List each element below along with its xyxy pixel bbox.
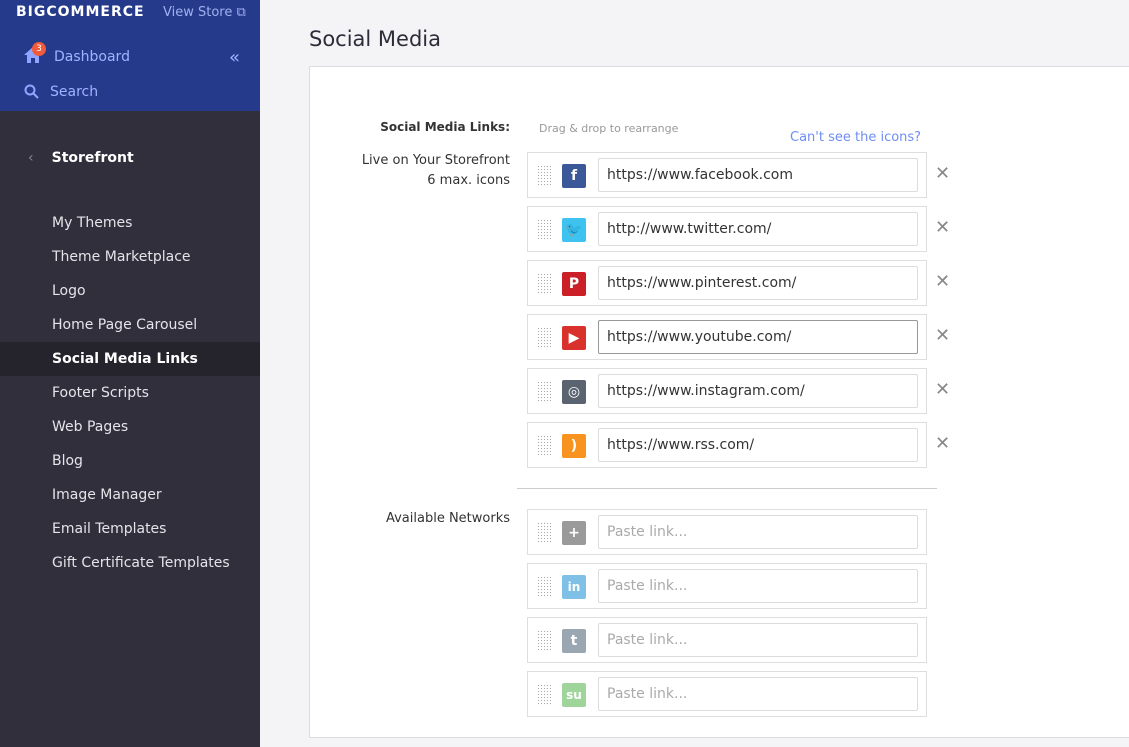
search-link[interactable]: Search: [24, 84, 98, 100]
facebook-url-input[interactable]: [598, 158, 918, 192]
links-label: Social Media Links:: [380, 120, 510, 134]
sidebar-item[interactable]: My Themes: [0, 206, 260, 240]
facebook-row[interactable]: f: [527, 152, 927, 198]
remove-icon[interactable]: ✕: [935, 271, 950, 292]
storefront-back[interactable]: ‹ Storefront: [28, 150, 134, 166]
google-plus-icon: +: [562, 521, 586, 545]
google-plus-row[interactable]: +: [527, 509, 927, 555]
linkedin-icon: in: [562, 575, 586, 599]
live-label-text: Live on Your Storefront: [361, 153, 510, 168]
drag-handle-icon[interactable]: [537, 327, 551, 349]
instagram-icon: ◎: [562, 380, 586, 404]
stumbleupon-icon: su: [562, 683, 586, 707]
twitter-url-input[interactable]: [598, 212, 918, 246]
remove-icon[interactable]: ✕: [935, 163, 950, 184]
drag-handle-icon[interactable]: [537, 219, 551, 241]
twitter-icon: 🐦: [562, 218, 586, 242]
stumbleupon-url-input[interactable]: [598, 677, 918, 711]
sidebar-item[interactable]: Logo: [0, 274, 260, 308]
sidebar-item[interactable]: Image Manager: [0, 478, 260, 512]
page-title: Social Media: [309, 27, 442, 51]
twitter-row[interactable]: 🐦: [527, 206, 927, 252]
notification-badge: 3: [32, 42, 46, 56]
external-link-icon: ⧉: [236, 5, 246, 20]
pinterest-row[interactable]: P: [527, 260, 927, 306]
tumblr-url-input[interactable]: [598, 623, 918, 657]
linkedin-row[interactable]: in: [527, 563, 927, 609]
sidebar-item[interactable]: Email Templates: [0, 512, 260, 546]
sidebar-item[interactable]: Web Pages: [0, 410, 260, 444]
section-label: Storefront: [51, 150, 134, 166]
tumblr-row[interactable]: t: [527, 617, 927, 663]
dashboard-label: Dashboard: [54, 49, 130, 65]
drag-handle-icon[interactable]: [537, 381, 551, 403]
instagram-row[interactable]: ◎: [527, 368, 927, 414]
youtube-url-input[interactable]: [598, 320, 918, 354]
sidebar-item[interactable]: Theme Marketplace: [0, 240, 260, 274]
sidebar-item[interactable]: Social Media Links: [0, 342, 260, 376]
search-icon: [24, 84, 39, 99]
youtube-row[interactable]: ▶: [527, 314, 927, 360]
drag-hint: Drag & drop to rearrange: [539, 122, 679, 135]
drag-handle-icon[interactable]: [537, 435, 551, 457]
youtube-icon: ▶: [562, 326, 586, 350]
chevron-left-icon: ‹: [28, 150, 34, 166]
sidebar-item[interactable]: Gift Certificate Templates: [0, 546, 260, 580]
view-store-link[interactable]: View Store ⧉: [163, 5, 246, 20]
rss-icon: ): [562, 434, 586, 458]
pinterest-url-input[interactable]: [598, 266, 918, 300]
logo: BIGCOMMERCE: [16, 4, 145, 20]
home-icon: 3: [24, 42, 54, 67]
rss-url-input[interactable]: [598, 428, 918, 462]
sidebar-item[interactable]: Blog: [0, 444, 260, 478]
google-plus-url-input[interactable]: [598, 515, 918, 549]
live-label: Live on Your Storefront 6 max. icons: [330, 151, 510, 191]
rss-row[interactable]: ): [527, 422, 927, 468]
collapse-sidebar-icon[interactable]: «: [229, 47, 240, 68]
search-label: Search: [50, 84, 99, 100]
sidebar-nav: My Themes Theme Marketplace Logo Home Pa…: [0, 206, 260, 580]
drag-handle-icon[interactable]: [537, 273, 551, 295]
sidebar-item[interactable]: Footer Scripts: [0, 376, 260, 410]
remove-icon[interactable]: ✕: [935, 325, 950, 346]
facebook-icon: f: [562, 164, 586, 188]
drag-handle-icon[interactable]: [537, 684, 551, 706]
instagram-url-input[interactable]: [598, 374, 918, 408]
view-store-label: View Store: [163, 5, 233, 20]
remove-icon[interactable]: ✕: [935, 433, 950, 454]
drag-handle-icon[interactable]: [537, 522, 551, 544]
sidebar-header: BIGCOMMERCE View Store ⧉ 3 Dashboard « S…: [0, 0, 260, 111]
sidebar-item[interactable]: Home Page Carousel: [0, 308, 260, 342]
linkedin-url-input[interactable]: [598, 569, 918, 603]
drag-handle-icon[interactable]: [537, 165, 551, 187]
stumbleupon-row[interactable]: su: [527, 671, 927, 717]
dashboard-link[interactable]: 3 Dashboard: [24, 42, 130, 67]
sidebar: BIGCOMMERCE View Store ⧉ 3 Dashboard « S…: [0, 0, 260, 747]
remove-icon[interactable]: ✕: [935, 217, 950, 238]
drag-handle-icon[interactable]: [537, 576, 551, 598]
pinterest-icon: P: [562, 272, 586, 296]
max-label-text: 6 max. icons: [427, 173, 510, 188]
remove-icon[interactable]: ✕: [935, 379, 950, 400]
divider: [517, 488, 937, 489]
drag-handle-icon[interactable]: [537, 630, 551, 652]
available-label: Available Networks: [385, 511, 510, 526]
tumblr-icon: t: [562, 629, 586, 653]
cant-see-icons-link[interactable]: Can't see the icons?: [790, 130, 921, 145]
